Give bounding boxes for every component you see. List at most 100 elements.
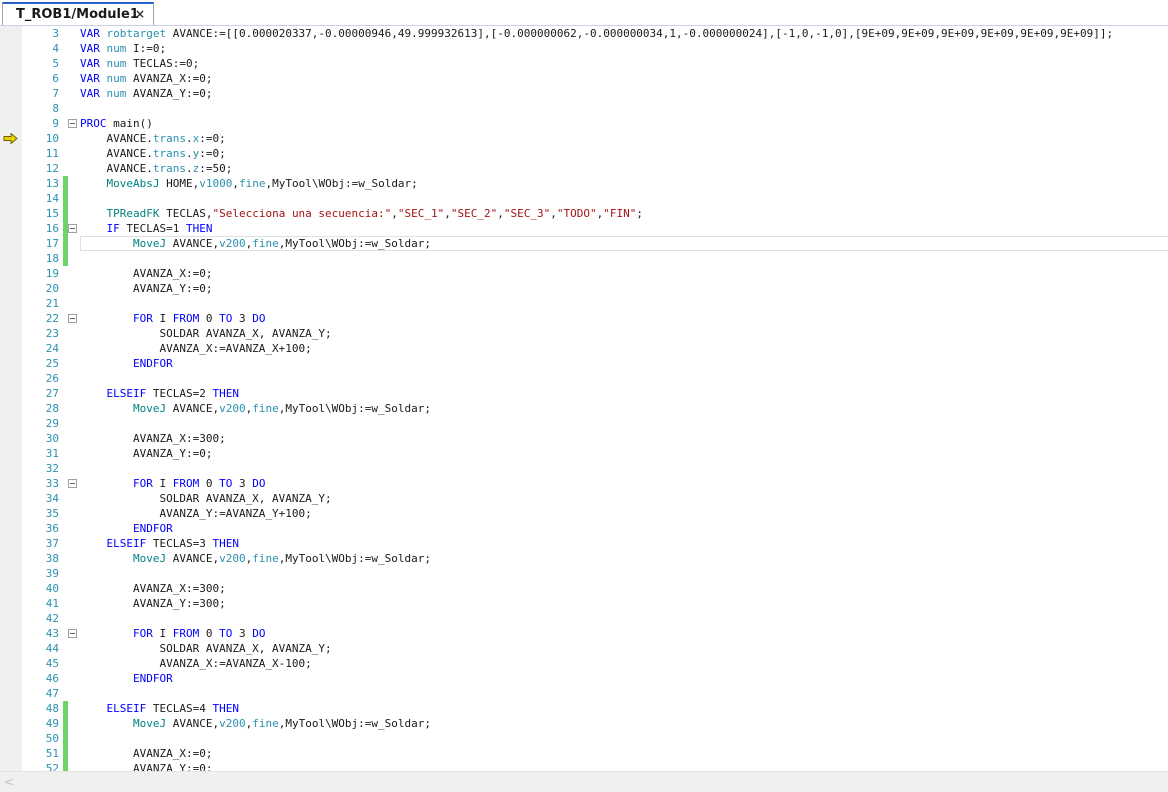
tab-module1[interactable]: T_ROB1/Module1 × xyxy=(2,2,154,25)
code-line[interactable]: 39 xyxy=(0,566,1168,581)
code-line[interactable]: 50 xyxy=(0,731,1168,746)
line-number: 7 xyxy=(52,87,59,100)
code-line[interactable]: 40 AVANZA_X:=300; xyxy=(0,581,1168,596)
horizontal-scrollbar[interactable]: < xyxy=(0,771,1168,792)
line-number: 33 xyxy=(45,477,59,490)
code-line[interactable]: 24 AVANZA_X:=AVANZA_X+100; xyxy=(0,341,1168,356)
code-line[interactable]: 17 MoveJ AVANCE,v200,fine,MyTool\WObj:=w… xyxy=(0,236,1168,251)
code-token: TECLAS=3 xyxy=(146,537,213,550)
line-code: AVANZA_Y:=300; xyxy=(80,596,226,611)
code-token: num xyxy=(106,57,127,70)
code-line[interactable]: 51 AVANZA_X:=0; xyxy=(0,746,1168,761)
code-line[interactable]: 38 MoveJ AVANCE,v200,fine,MyTool\WObj:=w… xyxy=(0,551,1168,566)
line-code: AVANZA_Y:=AVANZA_Y+100; xyxy=(80,506,311,521)
code-line[interactable]: 3 VAR robtarget AVANCE:=[[0.000020337,-0.… xyxy=(0,26,1168,41)
code-token: "TODO" xyxy=(556,207,597,220)
code-token: trans xyxy=(152,162,186,175)
code-token: TO xyxy=(219,477,233,490)
line-code: VAR num TECLAS:=0; xyxy=(80,56,199,71)
code-line[interactable]: 13 MoveAbsJ HOME,v1000,fine,MyTool\WObj:… xyxy=(0,176,1168,191)
code-line[interactable]: 16 IF TECLAS=1 THEN xyxy=(0,221,1168,236)
code-token: fine xyxy=(252,552,279,565)
code-token: ,MyTool\WObj:=w_Soldar; xyxy=(278,402,432,415)
line-code: ELSEIF TECLAS=3 THEN xyxy=(80,536,238,551)
code-line[interactable]: 42 xyxy=(0,611,1168,626)
code-token: AVANCE. xyxy=(80,162,153,175)
code-line[interactable]: 25 ENDFOR xyxy=(0,356,1168,371)
line-number: 36 xyxy=(45,522,59,535)
change-indicator xyxy=(63,716,68,731)
code-token: AVANZA_Y:=0; xyxy=(80,282,213,295)
code-line[interactable]: 14 xyxy=(0,191,1168,206)
code-line[interactable]: 33 FOR I FROM 0 TO 3 DO xyxy=(0,476,1168,491)
code-token: DO xyxy=(252,627,266,640)
code-line[interactable]: 9 PROC main() xyxy=(0,116,1168,131)
change-indicator xyxy=(63,761,68,771)
code-line[interactable]: 37 ELSEIF TECLAS=3 THEN xyxy=(0,536,1168,551)
code-line[interactable]: 45 AVANZA_X:=AVANZA_X-100; xyxy=(0,656,1168,671)
code-line[interactable]: 15 TPReadFK TECLAS,"Selecciona una secue… xyxy=(0,206,1168,221)
change-indicator xyxy=(63,746,68,761)
code-token: 0 xyxy=(199,477,220,490)
code-line[interactable]: 30 AVANZA_X:=300; xyxy=(0,431,1168,446)
code-line[interactable]: 23 SOLDAR AVANZA_X, AVANZA_Y; xyxy=(0,326,1168,341)
code-line[interactable]: 10 AVANCE.trans.x:=0; xyxy=(0,131,1168,146)
collapse-icon[interactable] xyxy=(68,224,77,233)
code-token: AVANCE, xyxy=(166,402,220,415)
collapse-icon[interactable] xyxy=(68,629,77,638)
code-line[interactable]: 35 AVANZA_Y:=AVANZA_Y+100; xyxy=(0,506,1168,521)
code-line[interactable]: 21 xyxy=(0,296,1168,311)
code-line[interactable]: 52 AVANZA_Y:=0; xyxy=(0,761,1168,771)
code-line[interactable]: 12 AVANCE.trans.z:=50; xyxy=(0,161,1168,176)
code-line[interactable]: 32 xyxy=(0,461,1168,476)
line-number: 31 xyxy=(45,447,59,460)
close-tab-icon[interactable]: × xyxy=(135,7,145,21)
code-editor[interactable]: 3 VAR robtarget AVANCE:=[[0.000020337,-0.… xyxy=(0,26,1168,771)
code-line[interactable]: 43 FOR I FROM 0 TO 3 DO xyxy=(0,626,1168,641)
code-token: TECLAS:=0; xyxy=(126,57,200,70)
code-line[interactable]: 18 xyxy=(0,251,1168,266)
code-line[interactable]: 26 xyxy=(0,371,1168,386)
code-line[interactable]: 41 AVANZA_Y:=300; xyxy=(0,596,1168,611)
code-line[interactable]: 4 VAR num I:=0; xyxy=(0,41,1168,56)
code-line[interactable]: 28 MoveJ AVANCE,v200,fine,MyTool\WObj:=w… xyxy=(0,401,1168,416)
code-line[interactable]: 31 AVANZA_Y:=0; xyxy=(0,446,1168,461)
code-line[interactable]: 5 VAR num TECLAS:=0; xyxy=(0,56,1168,71)
scroll-left-icon[interactable]: < xyxy=(4,775,14,789)
code-line[interactable]: 48 ELSEIF TECLAS=4 THEN xyxy=(0,701,1168,716)
code-line[interactable]: 19 AVANZA_X:=0; xyxy=(0,266,1168,281)
code-line[interactable]: 47 xyxy=(0,686,1168,701)
code-token: "SEC_2" xyxy=(450,207,498,220)
code-line[interactable]: 34 SOLDAR AVANZA_X, AVANZA_Y; xyxy=(0,491,1168,506)
collapse-icon[interactable] xyxy=(68,479,77,488)
line-number: 48 xyxy=(45,702,59,715)
line-code: TPReadFK TECLAS,"Selecciona una secuenci… xyxy=(80,206,643,221)
code-line[interactable]: 36 ENDFOR xyxy=(0,521,1168,536)
code-line[interactable]: 8 xyxy=(0,101,1168,116)
code-token: HOME, xyxy=(159,177,200,190)
code-line[interactable]: 6 VAR num AVANZA_X:=0; xyxy=(0,71,1168,86)
code-line[interactable]: 46 ENDFOR xyxy=(0,671,1168,686)
line-number: 38 xyxy=(45,552,59,565)
code-token: AVANCE, xyxy=(166,717,220,730)
code-token: ,MyTool\WObj:=w_Soldar; xyxy=(278,552,432,565)
line-number: 40 xyxy=(45,582,59,595)
code-line[interactable]: 7 VAR num AVANZA_Y:=0; xyxy=(0,86,1168,101)
code-token: AVANZA_X:=AVANZA_X-100; xyxy=(80,657,312,670)
collapse-icon[interactable] xyxy=(68,314,77,323)
code-token: ,MyTool\WObj:=w_Soldar; xyxy=(265,177,418,190)
code-line[interactable]: 20 AVANZA_Y:=0; xyxy=(0,281,1168,296)
line-number: 26 xyxy=(45,372,59,385)
code-line[interactable]: 44 SOLDAR AVANZA_X, AVANZA_Y; xyxy=(0,641,1168,656)
code-token: VAR xyxy=(80,42,107,55)
line-number: 17 xyxy=(45,237,59,250)
collapse-icon[interactable] xyxy=(68,119,77,128)
code-line[interactable]: 49 MoveJ AVANCE,v200,fine,MyTool\WObj:=w… xyxy=(0,716,1168,731)
line-code: AVANZA_X:=AVANZA_X+100; xyxy=(80,341,311,356)
code-line[interactable]: 29 xyxy=(0,416,1168,431)
code-line[interactable]: 11 AVANCE.trans.y:=0; xyxy=(0,146,1168,161)
code-token: TPReadFK xyxy=(80,207,160,220)
line-number: 35 xyxy=(45,507,59,520)
code-line[interactable]: 22 FOR I FROM 0 TO 3 DO xyxy=(0,311,1168,326)
code-line[interactable]: 27 ELSEIF TECLAS=2 THEN xyxy=(0,386,1168,401)
